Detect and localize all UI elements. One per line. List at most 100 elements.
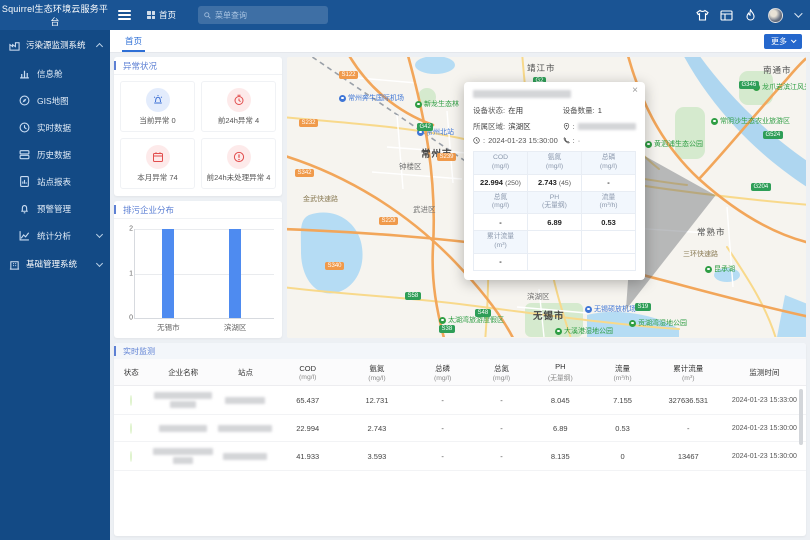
x-tick-label: 无锡市 <box>157 322 180 333</box>
map-label-poi-green: 龙爪岩滨江风光带 <box>753 82 806 92</box>
map-label-city: 靖江市 <box>527 62 556 74</box>
table-row[interactable]: 22.994 2.743 - - 6.89 0.53 - 2024-01-23 … <box>114 415 806 442</box>
map-label-road: 三环快速路 <box>683 249 718 259</box>
y-tick-label: 2 <box>123 226 133 233</box>
address: : <box>563 122 636 131</box>
metric-value: - <box>582 174 636 191</box>
sidebar-item-label: 信息舱 <box>37 68 63 80</box>
road-shield: S38 <box>439 325 455 333</box>
stat-24h-abnormal[interactable]: 前24h异常 4 <box>201 81 276 132</box>
metric-header: 流量(m³/h) <box>582 191 636 214</box>
sidebar-item-info-cabin[interactable]: 信息舱 <box>0 60 110 87</box>
sidebar-root-pollution-monitor[interactable]: 污染源监测系统 <box>0 30 110 60</box>
chart-bar <box>162 229 174 318</box>
region: 所属区域:滨湖区 <box>473 121 563 132</box>
road-shield: S122 <box>339 71 358 79</box>
sidebar-item-label: 历史数据 <box>37 149 71 161</box>
stat-24h-unhandled-abnormal[interactable]: 前24h未处理异常 4 <box>201 138 276 189</box>
road-shield: S19 <box>635 303 651 311</box>
gis-map-canvas[interactable]: 靖江市南通市常州市钟楼区武进区无锡市滨湖区常熟市金武快速路三环快速路常州奔牛国际… <box>287 57 806 338</box>
site-report-icon <box>19 176 30 187</box>
site-name-redacted <box>225 397 265 404</box>
search-input[interactable] <box>215 11 322 20</box>
sidebar-item-label: 统计分析 <box>37 230 90 242</box>
search-icon <box>204 12 211 19</box>
enterprise-name-redacted <box>153 448 213 455</box>
enterprise-name-redacted <box>173 457 193 464</box>
map-label-city: 常熟市 <box>697 226 726 238</box>
realtime-clock-icon <box>19 122 30 133</box>
sidebar-item-label: 实时数据 <box>37 122 71 134</box>
metric-value: - <box>474 253 528 270</box>
map-label-district: 滨湖区 <box>527 291 550 302</box>
report-time: :2024-01-23 15:30:00 <box>473 136 563 145</box>
map-label-district: 钟楼区 <box>399 161 422 172</box>
enterprise-name-redacted <box>159 425 207 432</box>
sidebar-root-basic-management[interactable]: 基础管理系统 <box>0 249 110 279</box>
table-row[interactable]: 65.437 12.731 - - 8.045 7.155 327636.531… <box>114 386 806 415</box>
chevron-down-icon <box>96 259 103 266</box>
chart-title: 排污企业分布 <box>123 204 174 216</box>
map-label-poi-blue: 常州奔牛国际机场 <box>339 93 404 103</box>
table-row[interactable]: 41.933 3.593 - - 8.135 0 13467 2024-01-2… <box>114 442 806 471</box>
popup-metrics-table: COD(mg/l) 氨氮(mg/l) 总磷(mg/l) 22.994 (250)… <box>473 151 636 271</box>
sidebar: 污染源监测系统 信息舱 GIS地图 实时数据 历史数据 站点报表 预警管理 <box>0 30 110 540</box>
y-tick-label: 1 <box>123 270 133 277</box>
monitor-header: 实时监测 <box>114 343 806 359</box>
chevron-down-icon <box>791 37 797 43</box>
sidebar-item-gis-map[interactable]: GIS地图 <box>0 87 110 114</box>
sidebar-item-label: GIS地图 <box>37 95 69 107</box>
sidebar-item-site-report[interactable]: 站点报表 <box>0 168 110 195</box>
layout-grid-icon[interactable] <box>720 9 733 22</box>
stat-current-abnormal[interactable]: 当前异常 0 <box>120 81 195 132</box>
flame-icon[interactable] <box>744 9 757 22</box>
sidebar-item-statistics[interactable]: 统计分析 <box>0 222 110 249</box>
tab-bar: 首页 更多 <box>110 30 810 53</box>
sidebar-item-realtime-data[interactable]: 实时数据 <box>0 114 110 141</box>
x-tick-label: 滨湖区 <box>224 322 247 333</box>
metric-header: 总磷(mg/l) <box>582 152 636 175</box>
bar-chart-plot: 2 1 0 无锡市滨湖区 <box>134 229 274 319</box>
user-avatar[interactable] <box>768 8 783 23</box>
panel-title: 异常状况 <box>123 60 157 72</box>
map-label-district: 武进区 <box>413 204 436 215</box>
stat-month-abnormal[interactable]: 本月异常 74 <box>120 138 195 189</box>
status-dot-green <box>130 423 132 434</box>
metric-value: 22.994 (250) <box>474 174 528 191</box>
metric-header: 累计流量(m³) <box>474 231 528 254</box>
abnormal-status-card: 异常状况 当前异常 0 前24h异常 4 <box>114 57 282 196</box>
shirt-theme-icon[interactable] <box>696 9 709 22</box>
device-count: 设备数量:1 <box>563 105 636 116</box>
metric-value: 6.89 <box>528 214 582 231</box>
station-info-popup: × 设备状态:在用 设备数量:1 所属区域:滨湖区 : :2024-01-23 … <box>464 82 645 280</box>
close-icon[interactable]: × <box>632 86 638 96</box>
bar-chart: 2 1 0 无锡市滨湖区 <box>114 219 282 338</box>
map-label-poi-green: 大溪港湿地公园 <box>555 326 613 336</box>
tab-home[interactable]: 首页 <box>122 30 145 52</box>
breadcrumb[interactable]: 首页 <box>147 9 176 21</box>
home-grid-icon <box>147 11 155 19</box>
map-label-city-lg: 无锡市 <box>533 308 565 322</box>
chart-header: 排污企业分布 <box>114 201 282 219</box>
breadcrumb-home-label: 首页 <box>159 9 176 21</box>
sidebar-item-history-data[interactable]: 历史数据 <box>0 141 110 168</box>
metric-value: - <box>474 214 528 231</box>
road-shield: G346 <box>739 81 759 89</box>
map-label-poi-green: 黄泗浦生态公园 <box>645 139 703 149</box>
road-shield: S239 <box>437 153 456 161</box>
map-label-poi-green: 昆承湖 <box>705 264 735 274</box>
menu-search[interactable] <box>198 6 328 24</box>
road-shield: G524 <box>763 131 783 139</box>
status-dot-green <box>130 395 132 406</box>
table-scrollbar[interactable] <box>799 389 803 445</box>
road-shield: S48 <box>475 309 491 317</box>
site-name-redacted <box>223 453 267 460</box>
road-shield: S232 <box>299 119 318 127</box>
chevron-down-icon[interactable] <box>794 9 802 17</box>
monitor-title: 实时监测 <box>123 346 155 357</box>
sidebar-item-alert-management[interactable]: 预警管理 <box>0 195 110 222</box>
menu-toggle-icon[interactable] <box>118 10 131 20</box>
sidebar-item-label: 预警管理 <box>37 203 71 215</box>
history-data-icon <box>19 149 30 160</box>
more-button[interactable]: 更多 <box>764 34 802 49</box>
